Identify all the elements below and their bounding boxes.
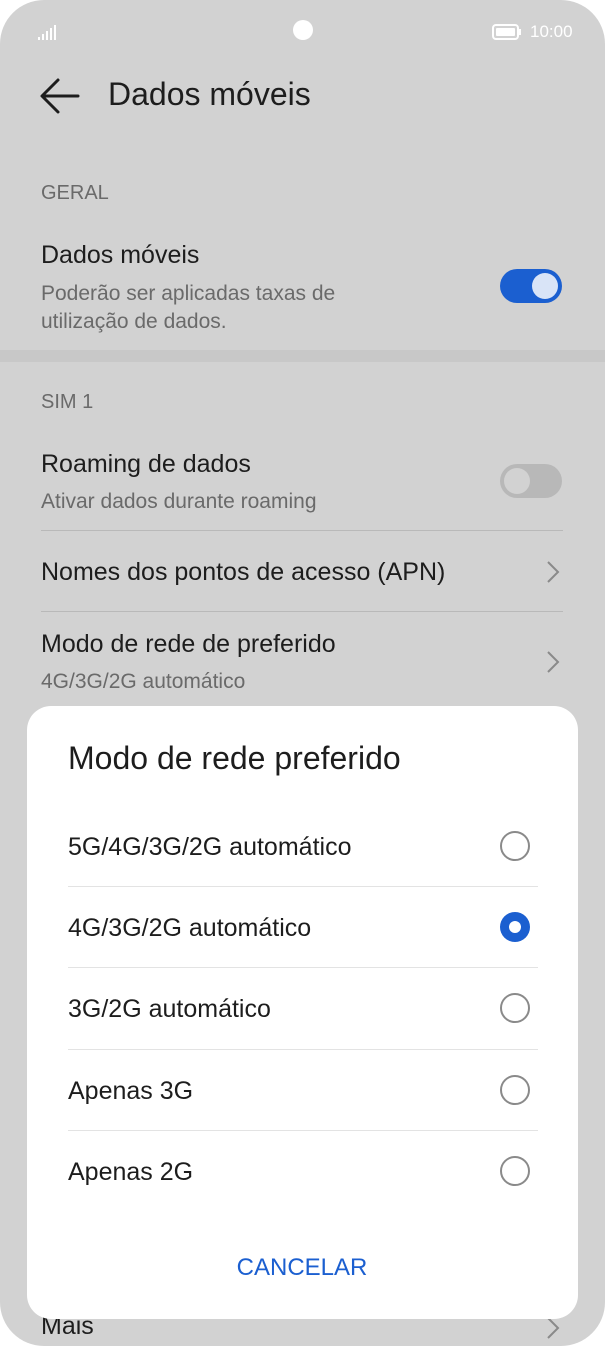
signal-icon	[38, 25, 56, 40]
radio-button[interactable]	[500, 1156, 530, 1186]
cancel-button[interactable]: CANCELAR	[202, 1254, 402, 1294]
radio-option-4g[interactable]: 4G/3G/2G automático	[27, 888, 578, 968]
radio-option-3g-only[interactable]: Apenas 3G	[27, 1051, 578, 1131]
network-mode-subtitle: 4G/3G/2G automático	[41, 670, 246, 693]
section-label-sim1: SIM 1	[41, 391, 94, 413]
status-bar: 10:00	[0, 0, 605, 64]
radio-option-5g[interactable]: 5G/4G/3G/2G automático	[27, 807, 578, 887]
roaming-subtitle: Ativar dados durante roaming	[41, 490, 317, 513]
battery-icon	[492, 24, 521, 40]
network-mode-dialog: Modo de rede preferido 5G/4G/3G/2G autom…	[27, 706, 578, 1319]
network-mode-title: Modo de rede de preferido	[41, 630, 336, 658]
section-separator	[0, 350, 605, 362]
divider	[68, 1049, 538, 1050]
radio-button-selected[interactable]	[500, 912, 530, 942]
divider	[68, 886, 538, 887]
toggle-knob	[504, 468, 530, 494]
radio-button[interactable]	[500, 1075, 530, 1105]
option-label: Apenas 2G	[68, 1158, 194, 1186]
divider	[68, 1130, 538, 1131]
mobile-data-toggle[interactable]	[500, 269, 562, 303]
divider	[41, 611, 563, 612]
option-label: 4G/3G/2G automático	[68, 914, 312, 942]
option-label: 3G/2G automático	[68, 995, 271, 1023]
roaming-toggle[interactable]	[500, 464, 562, 498]
chevron-right-icon	[547, 561, 560, 583]
roaming-title: Roaming de dados	[41, 450, 251, 478]
option-label: 5G/4G/3G/2G automático	[68, 833, 352, 861]
option-label: Apenas 3G	[68, 1077, 194, 1105]
divider	[68, 967, 538, 968]
chevron-right-icon	[547, 651, 560, 673]
chevron-right-icon	[547, 1317, 560, 1339]
apn-title: Nomes dos pontos de acesso (APN)	[41, 558, 446, 586]
divider	[41, 530, 563, 531]
section-label-geral: GERAL	[41, 182, 109, 204]
page-title: Dados móveis	[108, 76, 311, 112]
radio-option-3g2g[interactable]: 3G/2G automático	[27, 969, 578, 1049]
back-arrow-icon[interactable]	[38, 76, 80, 116]
camera-cutout	[293, 20, 313, 40]
toggle-knob	[532, 273, 558, 299]
mobile-data-subtitle: Poderão ser aplicadas taxas de utilizaçã…	[41, 282, 336, 333]
radio-button[interactable]	[500, 993, 530, 1023]
mobile-data-title: Dados móveis	[41, 241, 200, 269]
clock: 10:00	[530, 22, 573, 41]
dialog-title: Modo de rede preferido	[68, 740, 401, 776]
screen: 10:00 Dados móveis GERAL Dados móveis Po…	[0, 0, 605, 1346]
radio-button[interactable]	[500, 831, 530, 861]
radio-option-2g-only[interactable]: Apenas 2G	[27, 1132, 578, 1212]
